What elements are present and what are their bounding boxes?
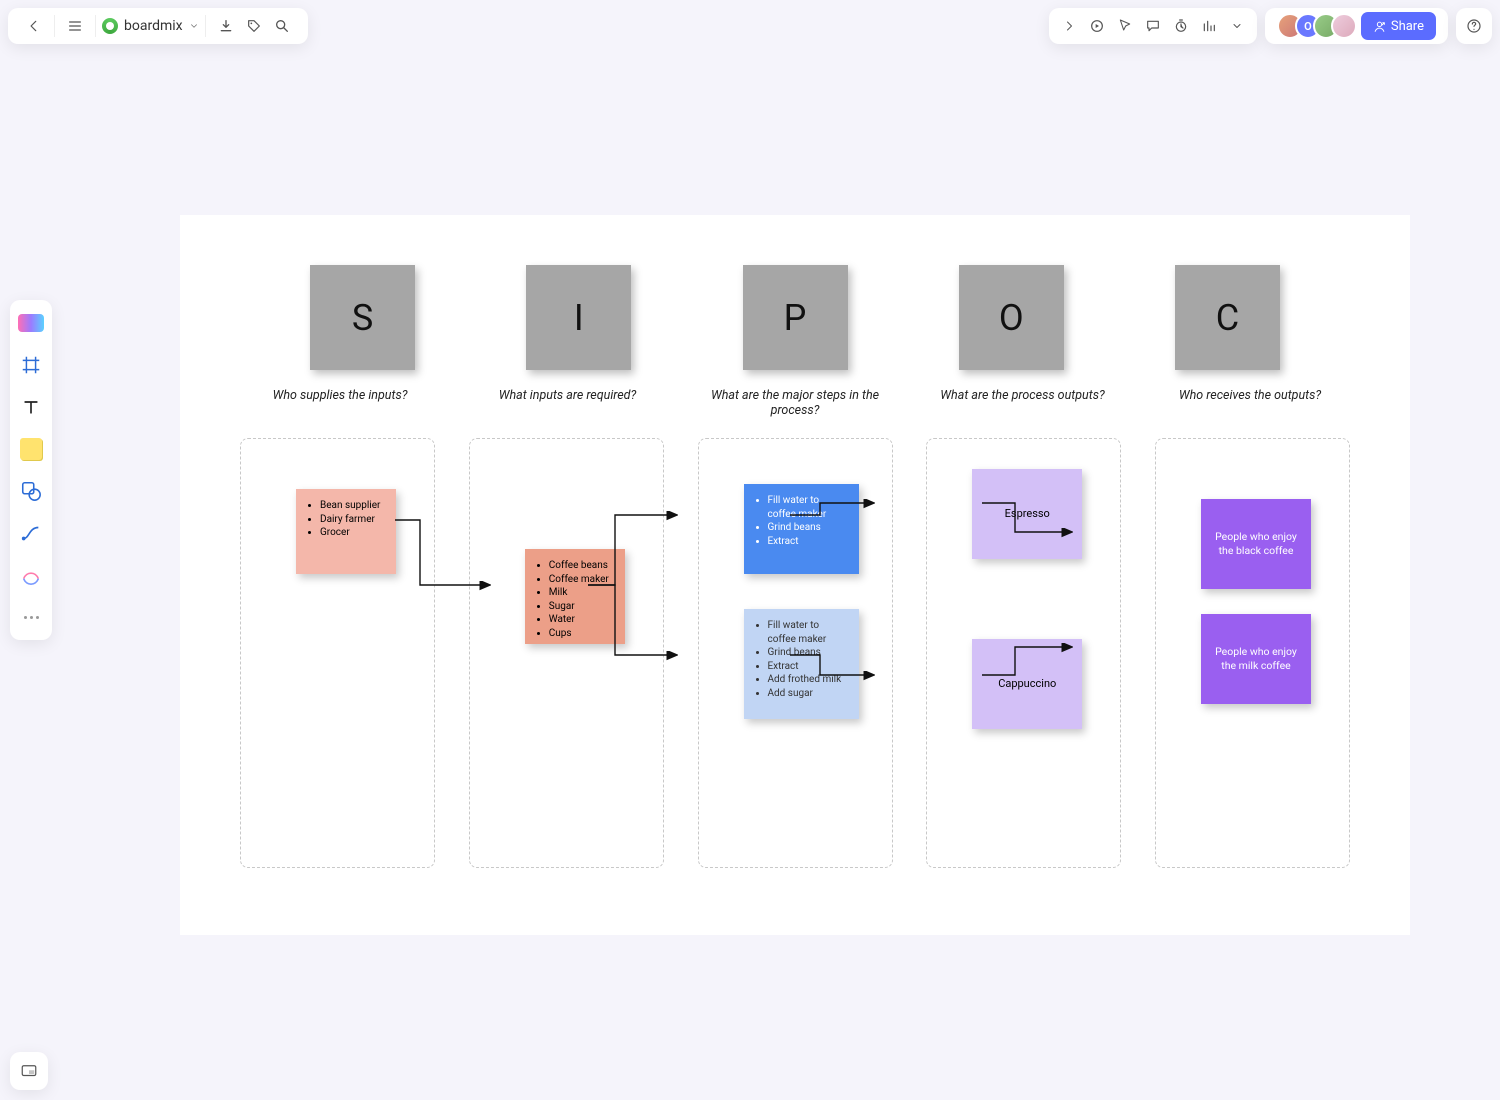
brand-logo-icon bbox=[102, 18, 118, 34]
share-label: Share bbox=[1391, 19, 1424, 34]
pen-icon bbox=[20, 564, 42, 586]
menu-button[interactable] bbox=[61, 12, 89, 40]
text-tool[interactable] bbox=[16, 392, 46, 422]
subhead-inputs: What inputs are required? bbox=[468, 388, 668, 418]
input-item: Coffee beans bbox=[549, 559, 615, 573]
input-item: Milk bbox=[549, 586, 615, 600]
tool-palette bbox=[10, 300, 52, 640]
more-tools[interactable] bbox=[16, 602, 46, 632]
sipoc-subhead-row: Who supplies the inputs? What inputs are… bbox=[180, 370, 1410, 418]
connector-tool[interactable] bbox=[16, 518, 46, 548]
canvas[interactable]: S I P O C Who supplies the inputs? What … bbox=[180, 215, 1410, 935]
supplier-item: Dairy farmer bbox=[320, 513, 386, 527]
more-icon bbox=[24, 616, 39, 619]
help-button[interactable] bbox=[1462, 12, 1486, 40]
process-item: Grind beans bbox=[768, 521, 849, 535]
subhead-customers: Who receives the outputs? bbox=[1150, 388, 1350, 418]
lane-customers[interactable]: People who enjoy the black coffee People… bbox=[1155, 438, 1350, 868]
lane-outputs[interactable]: Espresso Cappuccino bbox=[926, 438, 1121, 868]
input-item: Sugar bbox=[549, 600, 615, 614]
comment-button[interactable] bbox=[1139, 12, 1167, 40]
sticky-icon bbox=[20, 438, 42, 460]
share-icon bbox=[1373, 20, 1386, 33]
header-s[interactable]: S bbox=[310, 265, 415, 370]
header-p[interactable]: P bbox=[743, 265, 848, 370]
download-button[interactable] bbox=[212, 12, 240, 40]
back-button[interactable] bbox=[20, 12, 48, 40]
minimap-button[interactable] bbox=[10, 1052, 48, 1090]
sipoc-header-row: S I P O C bbox=[180, 215, 1410, 370]
chevron-right-button[interactable] bbox=[1055, 12, 1083, 40]
shape-tool[interactable] bbox=[16, 476, 46, 506]
search-button[interactable] bbox=[268, 12, 296, 40]
pen-tool[interactable] bbox=[16, 560, 46, 590]
text-icon bbox=[21, 397, 41, 417]
share-button[interactable]: Share bbox=[1361, 12, 1436, 40]
connector-icon bbox=[20, 522, 42, 544]
board-title-dropdown[interactable]: boardmix bbox=[96, 18, 205, 34]
collaborator-avatars[interactable]: O bbox=[1277, 13, 1357, 39]
card-customer-milk[interactable]: People who enjoy the milk coffee bbox=[1201, 614, 1311, 704]
card-customer-black[interactable]: People who enjoy the black coffee bbox=[1201, 499, 1311, 589]
subhead-suppliers: Who supplies the inputs? bbox=[240, 388, 440, 418]
supplier-item: Grocer bbox=[320, 526, 386, 540]
process-item: Extract bbox=[768, 660, 849, 674]
header-i[interactable]: I bbox=[526, 265, 631, 370]
tag-button[interactable] bbox=[240, 12, 268, 40]
templates-icon bbox=[18, 314, 44, 332]
header-o[interactable]: O bbox=[959, 265, 1064, 370]
avatar bbox=[1331, 13, 1357, 39]
card-process-espresso[interactable]: Fill water to coffee maker Grind beans E… bbox=[744, 484, 859, 574]
input-item: Cups bbox=[549, 627, 615, 641]
cursor-button[interactable] bbox=[1111, 12, 1139, 40]
frame-tool[interactable] bbox=[16, 350, 46, 380]
card-output-cappuccino[interactable]: Cappuccino bbox=[972, 639, 1082, 729]
present-button[interactable] bbox=[1083, 12, 1111, 40]
chart-button[interactable] bbox=[1195, 12, 1223, 40]
more-dropdown-button[interactable] bbox=[1223, 12, 1251, 40]
subhead-process: What are the major steps in the process? bbox=[695, 388, 895, 418]
templates-tool[interactable] bbox=[16, 308, 46, 338]
minimap-icon bbox=[20, 1062, 38, 1080]
process-item: Grind beans bbox=[768, 646, 849, 660]
card-process-cappuccino[interactable]: Fill water to coffee maker Grind beans E… bbox=[744, 609, 859, 719]
shape-icon bbox=[20, 480, 42, 502]
process-item: Add frothed milk bbox=[768, 673, 849, 687]
subhead-outputs: What are the process outputs? bbox=[923, 388, 1123, 418]
process-item: Extract bbox=[768, 535, 849, 549]
top-right-toolbar: O Share bbox=[1049, 8, 1492, 44]
input-item: Coffee maker bbox=[549, 573, 615, 587]
top-left-toolbar: boardmix bbox=[8, 8, 308, 44]
card-suppliers[interactable]: Bean supplier Dairy farmer Grocer bbox=[296, 489, 396, 574]
lane-inputs[interactable]: Coffee beans Coffee maker Milk Sugar Wat… bbox=[469, 438, 664, 868]
frame-icon bbox=[20, 354, 42, 376]
process-item: Fill water to coffee maker bbox=[768, 619, 849, 646]
sipoc-lanes: Bean supplier Dairy farmer Grocer Coffee… bbox=[180, 418, 1410, 868]
card-output-espresso[interactable]: Espresso bbox=[972, 469, 1082, 559]
lane-suppliers[interactable]: Bean supplier Dairy farmer Grocer bbox=[240, 438, 435, 868]
process-item: Add sugar bbox=[768, 687, 849, 701]
process-item: Fill water to coffee maker bbox=[768, 494, 849, 521]
board-title: boardmix bbox=[124, 18, 183, 34]
header-c[interactable]: C bbox=[1175, 265, 1280, 370]
sticky-note-tool[interactable] bbox=[16, 434, 46, 464]
input-item: Water bbox=[549, 613, 615, 627]
timer-button[interactable] bbox=[1167, 12, 1195, 40]
chevron-down-icon bbox=[189, 21, 199, 31]
card-inputs[interactable]: Coffee beans Coffee maker Milk Sugar Wat… bbox=[525, 549, 625, 644]
lane-process[interactable]: Fill water to coffee maker Grind beans E… bbox=[698, 438, 893, 868]
supplier-item: Bean supplier bbox=[320, 499, 386, 513]
